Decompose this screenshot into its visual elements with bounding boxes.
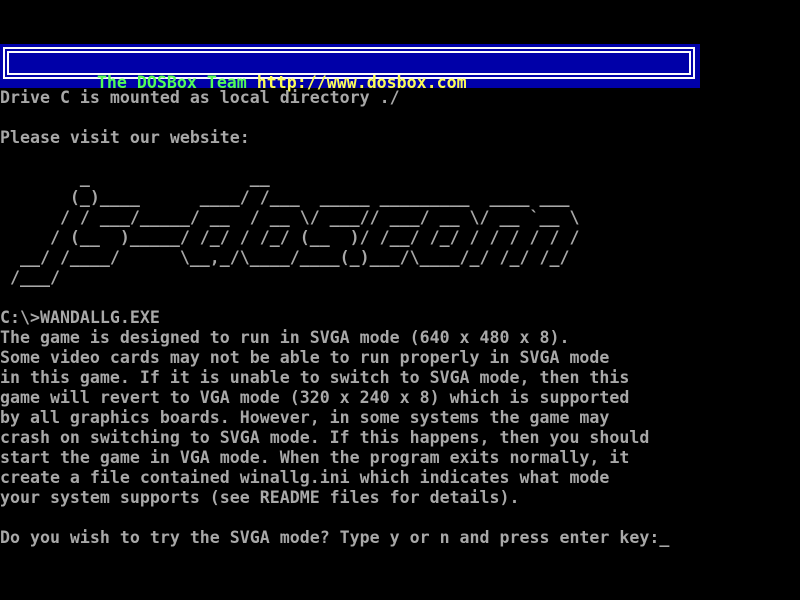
mount-message: Drive C is mounted as local directory ./: [0, 88, 800, 108]
jsdos-ascii-logo: _ __ (_)____ ____/ /___ _____ _________ …: [0, 168, 800, 288]
prompt-text: Do you wish to try the SVGA mode? Type y…: [0, 528, 659, 547]
svga-prompt[interactable]: Do you wish to try the SVGA mode? Type y…: [0, 528, 800, 548]
console-output: Drive C is mounted as local directory ./…: [0, 88, 800, 548]
command-line: C:\>WANDALLG.EXE: [0, 308, 800, 328]
dosbox-banner: The DOSBox Teamhttp://www.dosbox.com: [0, 44, 700, 88]
game-info-text: The game is designed to run in SVGA mode…: [0, 328, 800, 508]
visit-message: Please visit our website:: [0, 128, 800, 148]
spacer: [0, 108, 800, 128]
banner-double-border: The DOSBox Teamhttp://www.dosbox.com: [3, 47, 695, 79]
spacer: [0, 148, 800, 168]
dosbox-screen: The DOSBox Teamhttp://www.dosbox.com Dri…: [0, 0, 800, 600]
text-cursor[interactable]: _: [659, 528, 669, 548]
spacer: [0, 288, 800, 308]
spacer: [0, 508, 800, 528]
